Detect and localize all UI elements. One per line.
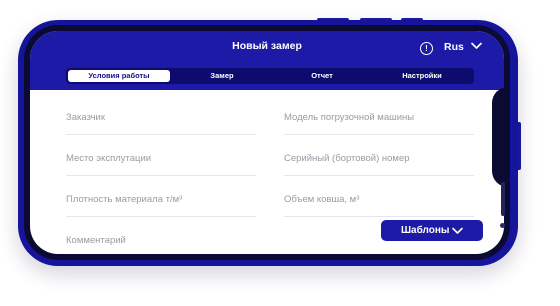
location-field[interactable]: Место эксплутации [66, 151, 256, 176]
chevron-down-icon [452, 227, 463, 234]
tab-measurement[interactable]: Замер [172, 70, 272, 82]
phone-bezel: Новый замер ! Rus Условия работы Замер О… [24, 25, 510, 260]
phone-frame: Новый замер ! Rus Условия работы Замер О… [18, 20, 518, 266]
chevron-down-icon[interactable] [471, 42, 482, 50]
speaker-grille [501, 182, 505, 216]
comment-field[interactable]: Комментарий [66, 233, 256, 254]
tab-bar: Условия работы Замер Отчет Настройки [66, 68, 474, 84]
bucket-volume-field[interactable]: Объем ковша, м³ [284, 192, 474, 217]
serial-number-field[interactable]: Серийный (бортовой) номер [284, 151, 474, 176]
comment-placeholder: Комментарий [66, 235, 126, 246]
templates-button[interactable]: Шаблоны [381, 220, 483, 241]
density-field[interactable]: Плотность материала т/м³ [66, 192, 256, 217]
machine-model-field[interactable]: Модель погрузочной машины [284, 110, 474, 135]
info-icon[interactable]: ! [420, 42, 433, 55]
app-screen: Новый замер ! Rus Условия работы Замер О… [30, 31, 504, 254]
density-placeholder: Плотность материала т/м³ [66, 194, 183, 205]
serial-number-placeholder: Серийный (бортовой) номер [284, 153, 410, 164]
tab-report[interactable]: Отчет [272, 70, 372, 82]
page-title: Новый замер [232, 40, 302, 52]
tab-settings[interactable]: Настройки [372, 70, 472, 82]
templates-button-label: Шаблоны [401, 225, 450, 236]
bucket-volume-placeholder: Объем ковша, м³ [284, 194, 360, 205]
customer-field[interactable]: Заказчик [66, 110, 256, 135]
header-bar: Новый замер ! Rus Условия работы Замер О… [30, 31, 504, 90]
machine-model-placeholder: Модель погрузочной машины [284, 112, 415, 123]
language-selector[interactable]: Rus [444, 41, 464, 53]
location-placeholder: Место эксплутации [66, 153, 152, 164]
phone-notch [492, 87, 510, 228]
tab-work-conditions[interactable]: Условия работы [68, 70, 170, 82]
customer-placeholder: Заказчик [66, 112, 106, 123]
front-camera [500, 223, 505, 228]
